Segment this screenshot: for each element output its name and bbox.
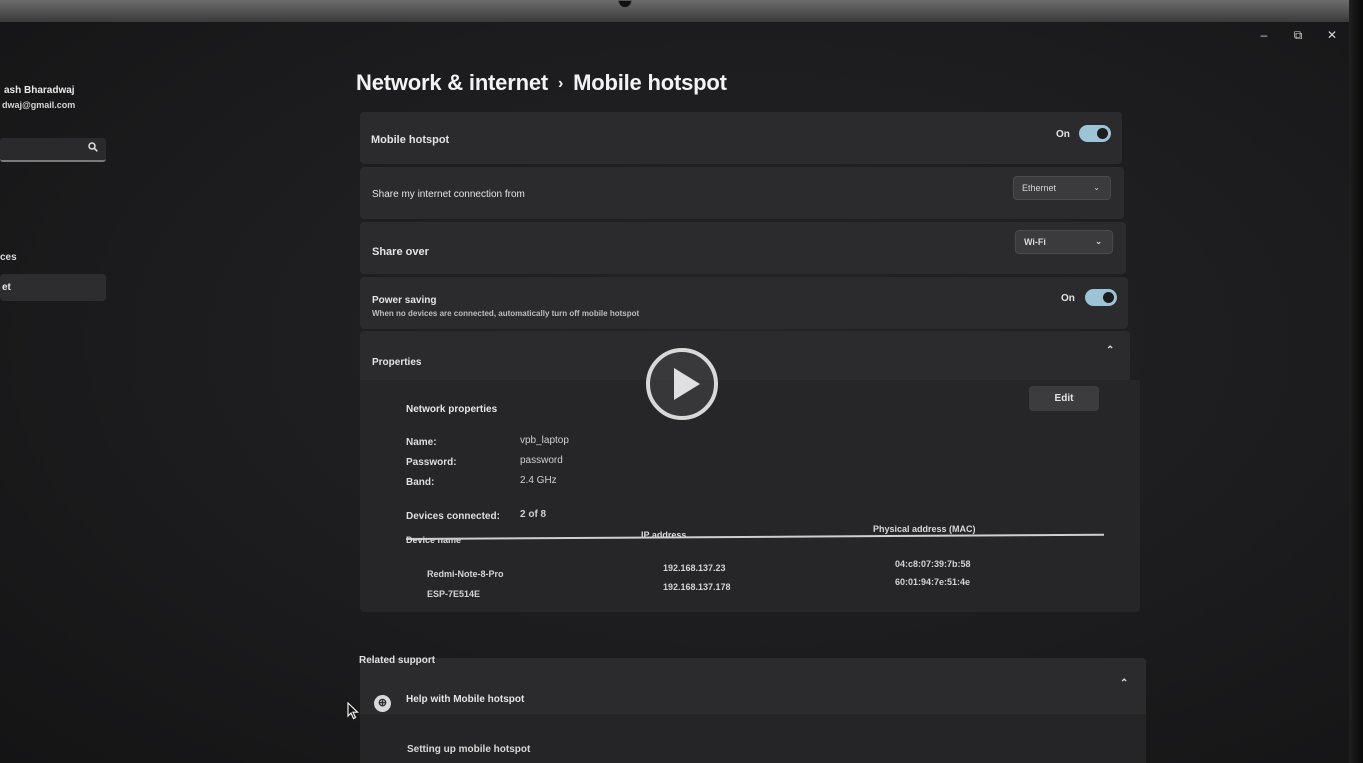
device-row-2-mac: 60:01:94:7e:51:4e [895, 577, 971, 587]
properties-label: Properties [372, 357, 422, 368]
chevron-down-icon: ⌄ [1093, 183, 1100, 192]
power-saving-description: When no devices are connected, automatic… [372, 309, 640, 318]
power-saving-label: Power saving [372, 295, 437, 306]
device-row-1-mac: 04:c8:07:39:7b:58 [895, 559, 971, 569]
breadcrumb: Network & internet › Mobile hotspot [356, 70, 727, 96]
power-saving-card: Power saving When no devices are connect… [360, 277, 1128, 329]
help-panel [360, 714, 1146, 763]
close-button[interactable]: ✕ [1318, 27, 1346, 43]
properties-header[interactable]: Properties ⌃ [360, 331, 1130, 381]
share-from-label: Share my internet connection from [372, 189, 525, 200]
breadcrumb-separator: › [557, 75, 564, 92]
share-over-dropdown[interactable]: Wi-Fi ⌄ [1015, 230, 1113, 254]
toggle-knob [1097, 128, 1108, 139]
screen: – ⧉ ✕ ash Bharadwaj dwaj@gmail.com ces e… [0, 0, 1363, 763]
share-from-dropdown[interactable]: Ethernet ⌄ [1013, 176, 1111, 200]
column-mac-address: Physical address (MAC) [873, 524, 976, 534]
device-row-2-name: ESP-7E514E [427, 589, 481, 599]
settings-search-input[interactable] [0, 138, 106, 162]
help-mobile-hotspot-card[interactable]: ⌃ [360, 658, 1146, 714]
power-saving-state: On [1061, 293, 1075, 304]
minimize-button[interactable]: – [1250, 27, 1278, 43]
devices-connected-key: Devices connected: [406, 511, 500, 522]
mobile-hotspot-card: Mobile hotspot On [360, 112, 1122, 164]
column-device-name: Device name [406, 535, 462, 545]
mobile-hotspot-label: Mobile hotspot [371, 134, 450, 146]
band-key: Band: [406, 477, 435, 488]
edit-button[interactable]: Edit [1029, 386, 1099, 411]
share-over-value: Wi-Fi [1024, 237, 1046, 247]
breadcrumb-parent[interactable]: Network & internet [356, 70, 548, 95]
password-value: password [520, 455, 563, 466]
device-row-2-ip: 192.168.137.178 [663, 582, 731, 592]
chevron-down-icon: ⌄ [1095, 237, 1102, 246]
video-play-button[interactable] [646, 348, 718, 420]
device-row-1-name: Redmi-Note-8-Pro [427, 569, 504, 579]
name-value: vpb_laptop [520, 435, 569, 446]
sidebar-item-network-internet[interactable]: et [0, 274, 106, 301]
password-key: Password: [406, 457, 457, 468]
page-title: Mobile hotspot [573, 70, 727, 95]
globe-icon: ⊕ [374, 695, 391, 712]
devices-connected-value: 2 of 8 [520, 509, 547, 520]
sidebar-item-devices[interactable]: ces [0, 252, 17, 263]
power-saving-toggle[interactable] [1085, 289, 1117, 306]
setting-up-mobile-hotspot-link[interactable]: Setting up mobile hotspot [407, 744, 530, 755]
band-value: 2.4 GHz [520, 475, 557, 486]
name-key: Name: [406, 437, 437, 448]
chevron-up-icon[interactable]: ⌃ [1106, 345, 1114, 356]
share-over-label: Share over [372, 246, 429, 258]
restore-button[interactable]: ⧉ [1284, 27, 1312, 43]
related-support-title: Related support [359, 655, 436, 666]
laptop-bezel-top [0, 0, 1363, 22]
toggle-knob [1103, 292, 1114, 303]
user-name: ash Bharadwaj [4, 85, 75, 96]
mobile-hotspot-state: On [1056, 129, 1070, 140]
laptop-bezel-right [1349, 0, 1363, 763]
device-row-1-ip: 192.168.137.23 [663, 563, 726, 573]
mouse-cursor-icon [347, 701, 359, 725]
share-from-value: Ethernet [1022, 183, 1057, 193]
network-properties-title: Network properties [406, 404, 498, 415]
share-over-card: Share over Wi-Fi ⌄ [360, 222, 1126, 274]
mobile-hotspot-toggle[interactable] [1079, 125, 1111, 142]
help-mobile-hotspot-label: Help with Mobile hotspot [406, 694, 525, 705]
play-icon [674, 368, 700, 400]
chevron-up-icon[interactable]: ⌃ [1120, 678, 1128, 689]
share-from-card: Share my internet connection from Ethern… [360, 167, 1124, 219]
search-icon[interactable] [88, 142, 98, 155]
user-email: dwaj@gmail.com [2, 100, 76, 110]
